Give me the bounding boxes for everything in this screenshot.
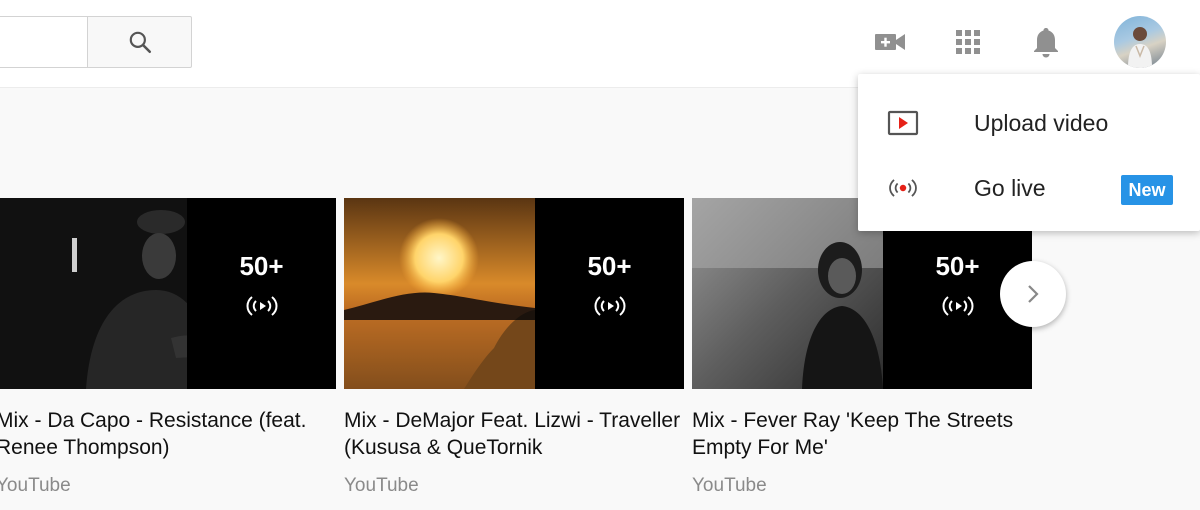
upload-video-icon [886,106,920,140]
video-title[interactable]: Mix - Da Capo - Resistance (feat. Renee … [0,407,341,461]
video-thumbnail[interactable]: 50+ [344,198,684,389]
create-menu: Upload video Go live New [858,74,1200,231]
playlist-count: 50+ [935,251,980,281]
channel-name[interactable]: YouTube [344,475,684,497]
go-live-icon [886,171,920,205]
create-video-icon [875,34,905,50]
video-title[interactable]: Mix - DeMajor Feat. Lizwi - Traveller (K… [344,407,689,461]
video-card[interactable]: 50+ Mix - Da Capo - Resistance (feat. Re… [0,198,336,497]
next-button[interactable] [1000,261,1066,327]
mix-icon [594,296,625,316]
avatar-image [1128,27,1152,68]
menu-item-upload-video[interactable]: Upload video [858,90,1200,154]
search-button[interactable] [87,16,192,68]
mix-icon [942,296,973,316]
playlist-overlay: 50+ [535,198,684,389]
create-video-button[interactable] [870,22,910,62]
apps-button[interactable] [948,22,988,62]
thumbnail-image [344,198,535,389]
chevron-right-icon [1028,285,1039,303]
playlist-count: 50+ [239,251,284,281]
notifications-button[interactable] [1026,22,1066,62]
search-icon [129,31,151,54]
new-badge: New [1121,175,1173,205]
playlist-overlay: 50+ [187,198,336,389]
menu-item-label: Go live [974,175,1046,201]
channel-name[interactable]: YouTube [0,475,336,497]
video-card[interactable]: 50+ Mix - DeMajor Feat. Lizwi - Travelle… [344,198,684,497]
video-title[interactable]: Mix - Fever Ray 'Keep The Streets Empty … [692,407,1037,461]
apps-icon [956,30,980,54]
search-input[interactable] [0,16,88,68]
avatar[interactable] [1114,16,1166,68]
video-thumbnail[interactable]: 50+ [0,198,336,389]
channel-name[interactable]: YouTube [692,475,1032,497]
thumbnail-image [692,198,883,389]
video-card[interactable]: 50+ Mix - Fever Ray 'Keep The Streets Em… [692,198,1032,497]
playlist-count: 50+ [587,251,632,281]
notifications-icon [1034,28,1058,58]
menu-item-label: Upload video [974,110,1109,136]
thumbnail-image [0,198,187,389]
mix-icon [246,296,277,316]
menu-item-go-live[interactable]: Go live New [858,155,1200,219]
